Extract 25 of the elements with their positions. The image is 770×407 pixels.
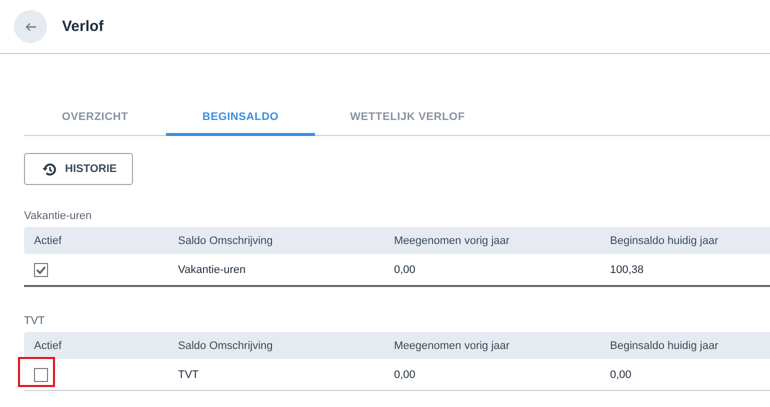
history-icon [42,162,56,176]
table-cell-text: 0,00 [609,368,632,380]
column-header: Actief [33,234,63,246]
table-cell-text: TVT [177,368,200,380]
column-header: Meegenomen vorig jaar [393,340,511,352]
section-title: Vakantie-uren [24,210,93,222]
tab[interactable]: WETTELIJK VERLOF [315,100,500,136]
column-header: Saldo Omschrijving [177,234,274,246]
history-button[interactable]: HISTORIE [24,153,133,185]
column-header: Actief [33,340,63,352]
back-arrow-icon [24,22,36,32]
checkbox[interactable] [34,368,48,382]
checkbox[interactable] [34,262,48,276]
column-header: Beginsaldo huidig jaar [609,340,720,352]
table-cell-text: Vakantie-uren [177,264,247,276]
table-cell-text: 100,38 [609,264,645,276]
column-header: Saldo Omschrijving [177,340,274,352]
table-cell-text: 0,00 [393,264,416,276]
table-cell-text: 0,00 [393,368,416,380]
column-header: Meegenomen vorig jaar [393,234,511,246]
tab[interactable]: OVERZICHT [24,100,166,136]
tab[interactable]: BEGINSALDO [166,100,315,136]
page-title: Verlof [62,18,104,35]
section-title: TVT [24,315,46,327]
column-header: Beginsaldo huidig jaar [609,234,720,246]
